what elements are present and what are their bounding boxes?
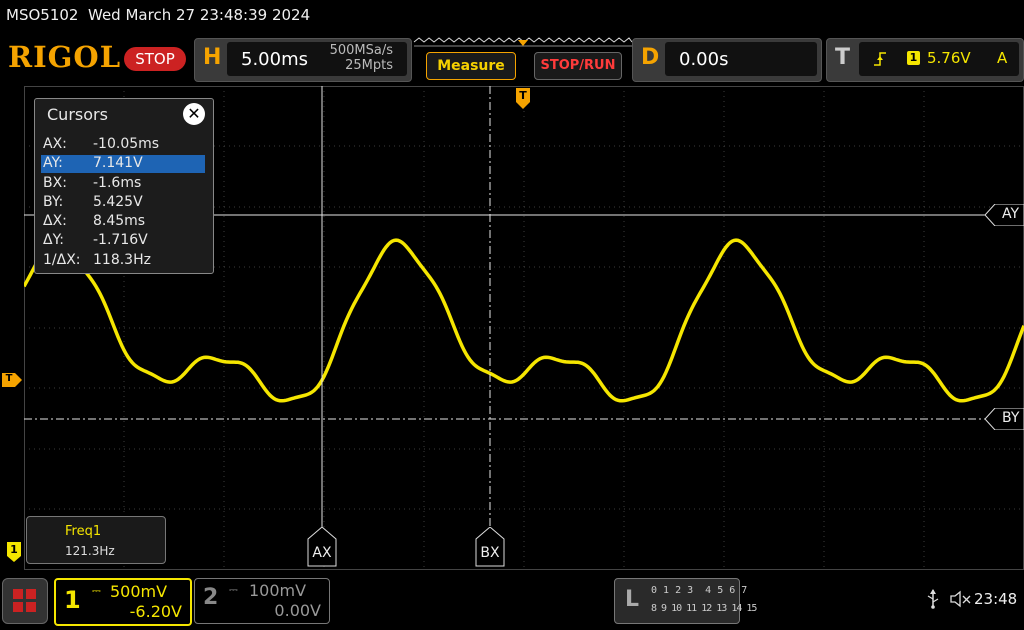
timebase-display: 5.00ms 500MSa/s 25Mpts [227, 42, 407, 76]
trigger-level-marker[interactable]: T [2, 372, 22, 387]
dc-coupling-icon: ⎓ [92, 584, 101, 597]
timebase-value: 5.00ms [241, 49, 308, 70]
menu-button[interactable] [2, 578, 48, 624]
cursor-row-key: AY: [43, 155, 63, 171]
cursor-ay-tag[interactable]: AY [984, 203, 1024, 227]
cursor-row-value: 7.141V [93, 155, 143, 171]
close-icon[interactable]: ✕ [183, 103, 205, 125]
logic-panel[interactable]: L 0 1 2 3 4 5 6 7 8 9 10 11 12 13 14 15 [614, 578, 757, 624]
memory-depth: 25Mpts [345, 58, 393, 73]
trigger-letter: T [835, 45, 851, 70]
cursor-row-value: 118.3Hz [93, 252, 151, 268]
trigger-panel[interactable]: T 1 5.76V A [826, 38, 1024, 82]
cursor-row-key: AX: [43, 136, 67, 152]
ch1-ground-marker[interactable]: 1 [7, 542, 21, 562]
cursor-row-dx: ΔX: 8.45ms [41, 213, 205, 231]
cursor-row-key: BX: [43, 175, 67, 191]
cursor-row-key: BY: [43, 194, 64, 210]
cursor-by-label: BY [1002, 410, 1020, 426]
logic-channels-row2: 8 9 10 11 12 13 14 15 [651, 603, 757, 614]
measurement-freq1[interactable]: Freq1 121.3Hz [26, 516, 166, 564]
delay-value: 0.00s [679, 49, 729, 70]
ch2-panel[interactable]: 2 ⎓ 100mV 0.00V [194, 578, 330, 624]
model-name: MSO5102 [6, 6, 79, 24]
cursor-row-ax[interactable]: AX: -10.05ms [41, 136, 205, 154]
cursor-by-tag[interactable]: BY [984, 407, 1024, 431]
delay-panel[interactable]: D 0.00s [632, 38, 822, 82]
cursor-ax-tag[interactable]: AX [307, 526, 337, 567]
sample-rate: 500MSa/s [329, 43, 393, 58]
datetime-text: Wed March 27 23:48:39 2024 [88, 6, 311, 24]
cursor-row-value: -10.05ms [93, 136, 160, 152]
usb-icon [927, 589, 939, 609]
trigger-position-marker[interactable]: T [516, 88, 530, 110]
trigger-level-label: T [5, 373, 13, 384]
trigger-mode: A [997, 49, 1008, 67]
ch2-number: 2 [203, 585, 219, 610]
cursor-bx-label: BX [480, 545, 500, 561]
horizontal-panel[interactable]: H 5.00ms 500MSa/s 25Mpts [194, 38, 412, 82]
cursor-row-key: ΔX: [43, 213, 67, 229]
ch2-scale: 100mV [249, 581, 307, 600]
cursor-row-value: 8.45ms [93, 213, 146, 229]
horizontal-letter: H [203, 45, 222, 70]
ch1-scale: 500mV [110, 582, 168, 601]
cursor-row-value: -1.716V [93, 232, 148, 248]
status-clock: 23:48 [974, 590, 1018, 608]
dc-coupling-icon: ⎓ [229, 583, 238, 596]
measurement-name: Freq1 [65, 524, 102, 539]
ch1-panel[interactable]: 1 ⎓ 500mV -6.20V [54, 578, 192, 626]
cursors-panel[interactable]: Cursors ✕ AX: -10.05ms AY: 7.141V BX: -1.6m… [34, 98, 214, 274]
trigger-level: 5.76V [927, 49, 971, 67]
measurement-value: 121.3Hz [65, 544, 115, 558]
speaker-muted-icon[interactable] [950, 590, 972, 608]
run-state-badge[interactable]: STOP [124, 47, 186, 71]
cursor-row-key: ΔY: [43, 232, 64, 248]
ch2-offset: 0.00V [274, 601, 321, 620]
delay-letter: D [641, 45, 660, 70]
cursor-ax-label: AX [312, 545, 332, 561]
cursor-row-value: -1.6ms [93, 175, 142, 191]
ch1-offset: -6.20V [129, 602, 182, 621]
title-text: MSO5102 Wed March 27 23:48:39 2024 [6, 6, 310, 24]
measure-button[interactable]: Measure [426, 52, 516, 80]
cursor-row-value: 5.425V [93, 194, 143, 210]
rising-edge-icon [874, 52, 886, 66]
cursor-row-bx[interactable]: BX: -1.6ms [41, 175, 205, 193]
ch1-ground-label: 1 [10, 543, 18, 556]
overview-trigger-marker [518, 40, 528, 46]
cursor-row-inv-dx: 1/ΔX: 118.3Hz [41, 252, 205, 270]
logic-channels-row1: 0 1 2 3 4 5 6 7 [651, 585, 748, 596]
cursor-row-ay[interactable]: AY: 7.141V [41, 155, 205, 173]
title-bar: MSO5102 Wed March 27 23:48:39 2024 [0, 0, 1024, 32]
cursors-panel-title: Cursors [47, 105, 108, 124]
logic-letter: L [625, 587, 640, 612]
trigger-position-label: T [519, 89, 527, 102]
stop-run-button[interactable]: STOP/RUN [534, 52, 622, 80]
delay-display: 0.00s [665, 42, 817, 76]
app-grid-icon [13, 589, 36, 612]
cursor-row-by[interactable]: BY: 5.425V [41, 194, 205, 212]
cursor-row-key: 1/ΔX: [43, 252, 81, 268]
ch1-number: 1 [64, 586, 81, 614]
rigol-logo: RIGOL [8, 40, 122, 74]
cursor-row-dy: ΔY: -1.716V [41, 232, 205, 250]
cursor-ay-label: AY [1002, 206, 1020, 222]
trigger-source-badge: 1 [907, 51, 920, 65]
trigger-display: 1 5.76V A [859, 42, 1019, 76]
cursor-bx-tag[interactable]: BX [475, 526, 505, 567]
